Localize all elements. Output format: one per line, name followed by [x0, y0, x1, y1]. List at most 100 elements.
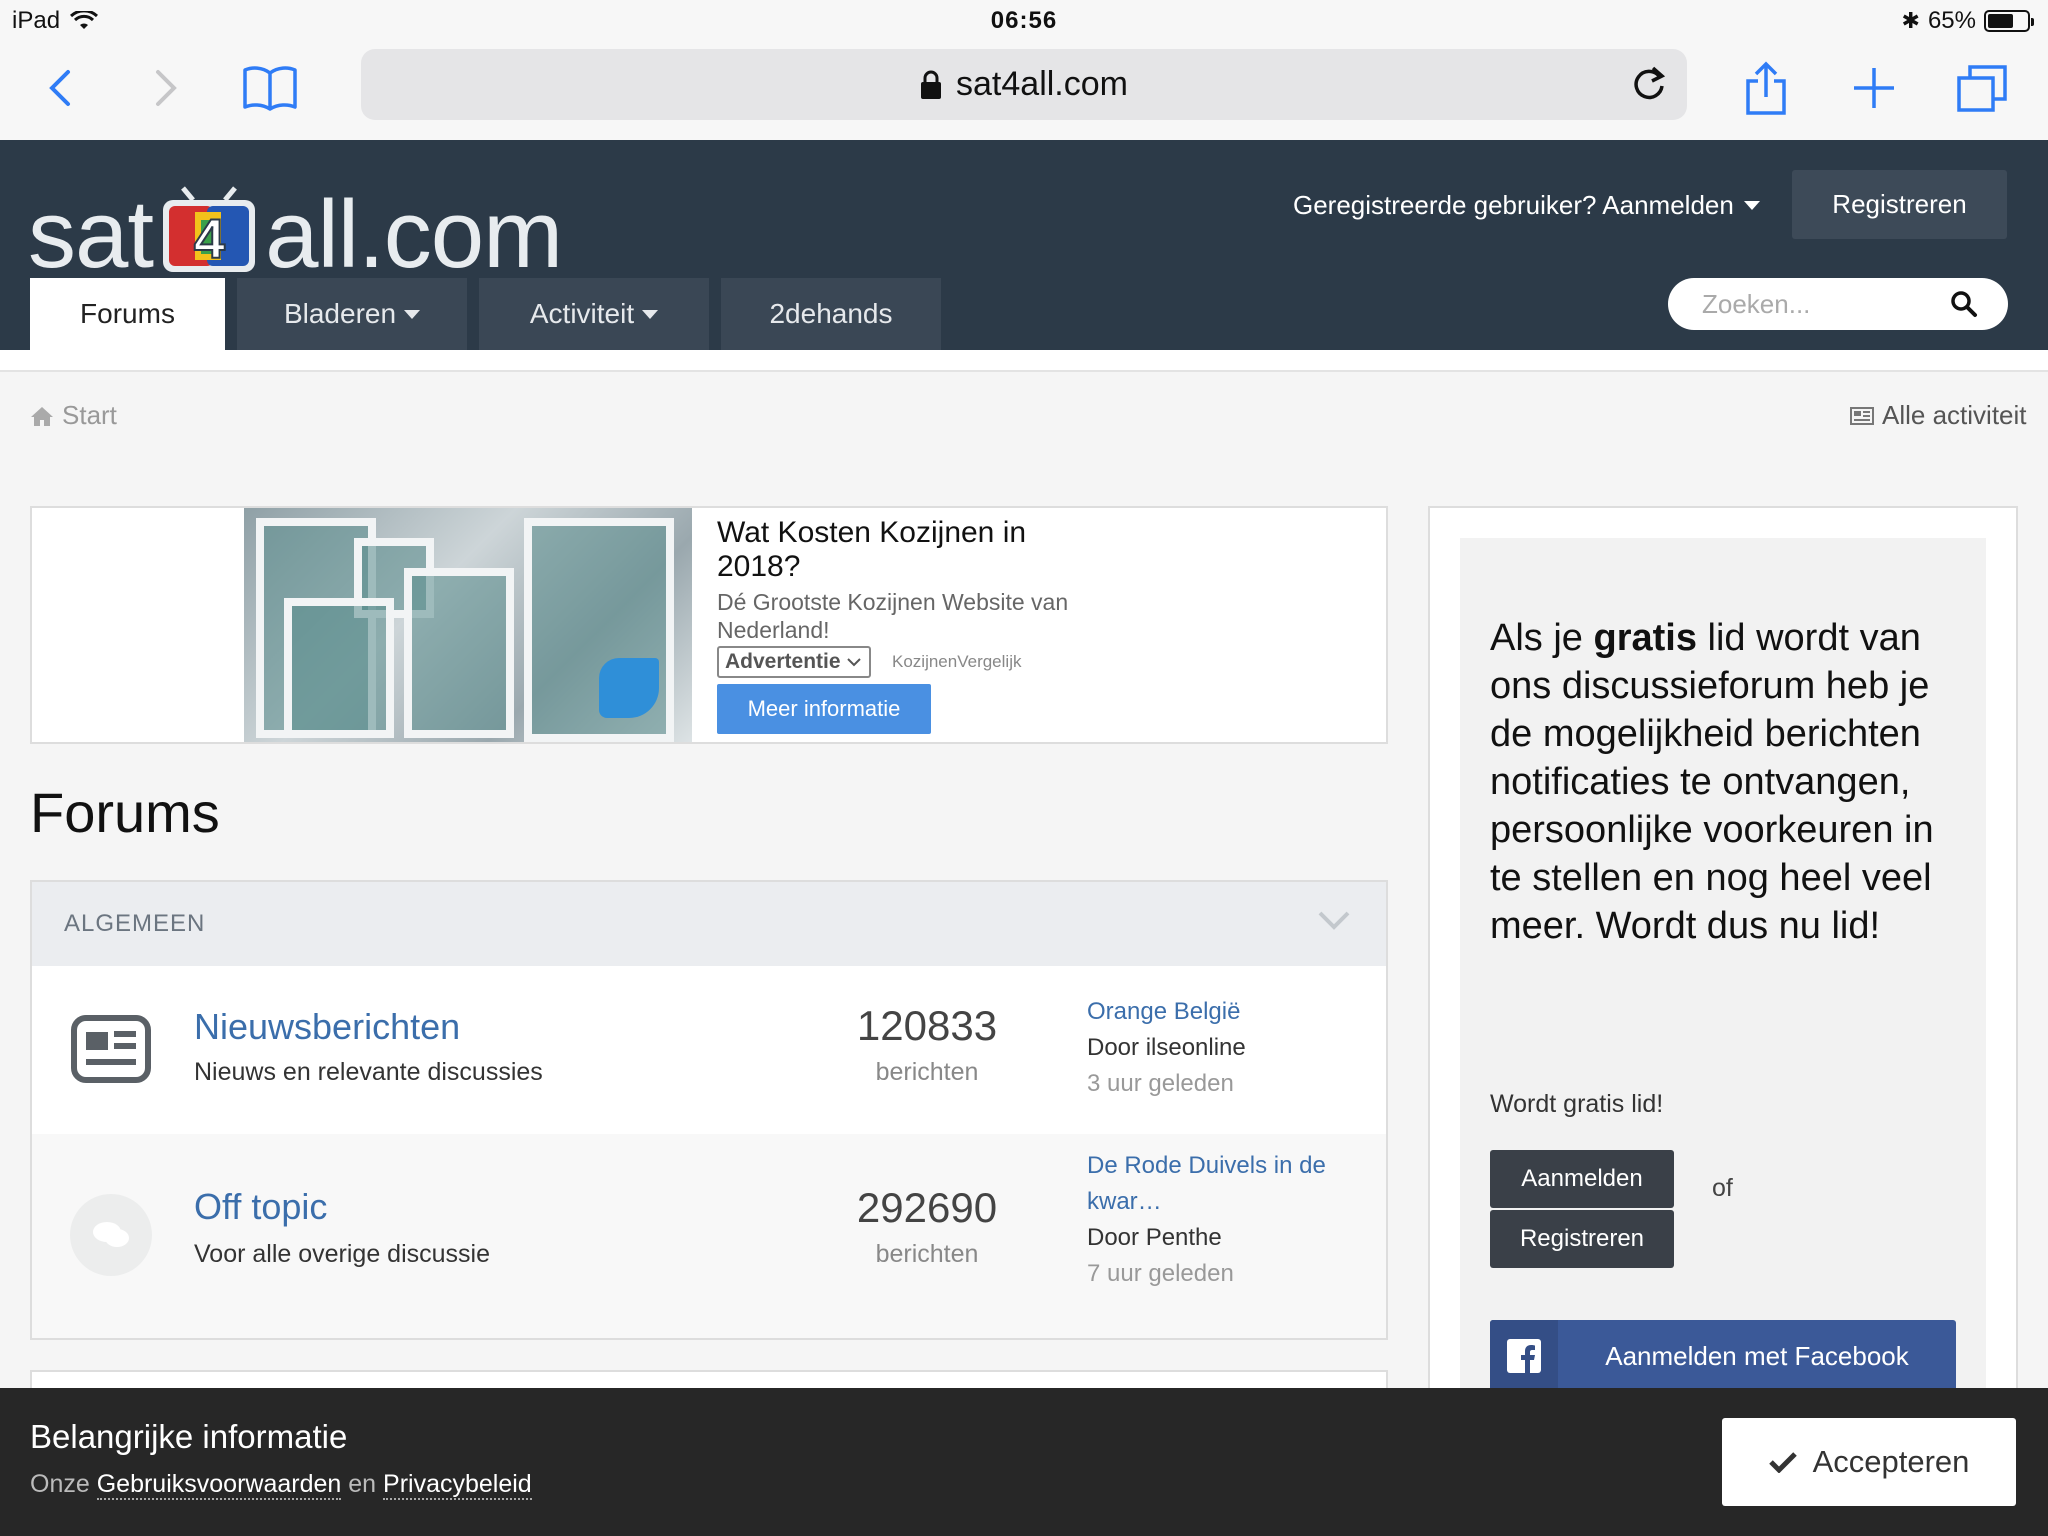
sidebar-signup-widget: Als je gratis lid wordt van ons discussi…: [1428, 506, 2018, 1438]
tab-secondhand[interactable]: 2dehands: [721, 278, 941, 350]
ad-title[interactable]: Wat Kosten Kozijnen in 2018?: [717, 516, 1117, 584]
post-count: 120833: [856, 1002, 998, 1049]
cookie-banner: Belangrijke informatie Onze Gebruiksvoor…: [0, 1388, 2048, 1536]
forum-description: Voor alle overige discussie: [194, 1240, 490, 1268]
signin-label: Geregistreerde gebruiker? Aanmelden: [1293, 190, 1734, 220]
category-header[interactable]: ALGEMEEN: [32, 882, 1386, 966]
bookmarks-button[interactable]: [240, 58, 300, 118]
ad-subtitle: Dé Grootste Kozijnen Website van Nederla…: [717, 589, 1069, 643]
battery-percent: 65%: [1927, 7, 1976, 34]
site-logo[interactable]: sat 4 all.com: [28, 150, 563, 290]
share-button[interactable]: [1736, 58, 1796, 118]
forward-button[interactable]: [136, 58, 196, 118]
ad-tag[interactable]: Advertentie: [717, 646, 871, 678]
lock-icon: [921, 70, 942, 99]
tab-activity[interactable]: Activiteit: [479, 278, 709, 350]
book-icon: [243, 66, 297, 111]
last-post: Orange België Door ilseonline 3 uur gele…: [1087, 994, 1357, 1102]
status-bar: iPad 06:56 ✱ 65%: [0, 0, 2048, 42]
signup-cta: Wordt gratis lid!: [1490, 1090, 1664, 1118]
facebook-login-button[interactable]: Aanmelden met Facebook: [1490, 1320, 1956, 1392]
clock: 06:56: [990, 7, 1058, 34]
chevron-right-icon: [156, 70, 177, 106]
plus-icon: [1854, 68, 1894, 108]
search-input[interactable]: Zoeken...: [1668, 278, 2008, 330]
caret-down-icon: [1743, 201, 1760, 210]
checkmark-icon: [1768, 1452, 1797, 1473]
tab-forums[interactable]: Forums: [30, 278, 225, 350]
browser-toolbar: sat4all.com: [0, 42, 2048, 140]
chevron-down-icon[interactable]: [1318, 910, 1350, 930]
banner-title: Belangrijke informatie: [30, 1418, 348, 1455]
last-post-author[interactable]: Door Penthe: [1087, 1220, 1357, 1256]
register-button[interactable]: Registreren: [1792, 170, 2007, 239]
ad-more-info-button[interactable]: Meer informatie: [717, 684, 931, 734]
reload-icon[interactable]: [1629, 64, 1669, 104]
search-placeholder: Zoeken...: [1702, 288, 1811, 319]
forum-title[interactable]: Nieuwsberichten: [194, 1006, 460, 1048]
tab-activity-label: Activiteit: [529, 298, 635, 329]
advertisement[interactable]: Wat Kosten Kozijnen in 2018? Dé Grootste…: [30, 506, 1388, 744]
forum-row-offtopic[interactable]: Off topic Voor alle overige discussie 29…: [32, 1134, 1386, 1338]
tab-forums-label: Forums: [80, 298, 175, 329]
last-post-author[interactable]: Door ilseonline: [1087, 1030, 1357, 1066]
ad-source: KozijnenVergelijk: [892, 652, 1022, 671]
signup-message: Als je gratis lid wordt van ons discussi…: [1490, 617, 1934, 947]
tabs-button[interactable]: [1952, 58, 2012, 118]
banner-prefix: Onze: [30, 1470, 90, 1498]
ad-image-tarp: [599, 658, 659, 718]
ad-image[interactable]: [244, 508, 692, 742]
tabs-icon: [1957, 65, 2007, 112]
chat-bubbles-icon: [70, 1194, 152, 1276]
last-post-time: 3 uur geleden: [1087, 1070, 1234, 1097]
last-post: De Rode Duivels in de kwar… Door Penthe …: [1087, 1148, 1357, 1292]
newspaper-icon: [70, 1008, 152, 1090]
signup-panel: Als je gratis lid wordt van ons discussi…: [1460, 538, 1986, 1438]
page-title: Forums: [30, 781, 220, 844]
home-icon: [31, 406, 53, 426]
forum-row-news[interactable]: Nieuwsberichten Nieuws en relevante disc…: [32, 966, 1386, 1134]
last-post-title[interactable]: Orange België: [1087, 994, 1357, 1030]
logo-text-right: all.com: [265, 181, 563, 288]
post-count-label: berichten: [875, 1058, 979, 1086]
address-bar[interactable]: sat4all.com: [361, 49, 1687, 120]
share-icon: [1746, 61, 1786, 115]
bluetooth-icon: ✱: [1901, 8, 1920, 33]
accept-button[interactable]: Accepteren: [1722, 1418, 2016, 1506]
forum-category: ALGEMEEN Nieuwsberichten Nieuws en relev…: [30, 880, 1388, 1340]
banner-and: en: [348, 1470, 377, 1498]
logo-tv-icon: 4: [157, 186, 261, 276]
sidebar-register-button[interactable]: Registreren: [1490, 1210, 1674, 1268]
last-post-title[interactable]: De Rode Duivels in de kwar…: [1087, 1148, 1357, 1220]
battery-icon: [1984, 10, 2034, 32]
chevron-down-icon: [846, 658, 861, 667]
all-activity-link[interactable]: Alle activiteit: [1850, 400, 2027, 431]
banner-text: Onze Gebruiksvoorwaarden en Privacybelei…: [30, 1470, 532, 1500]
post-count-label: berichten: [875, 1240, 979, 1268]
chevron-left-icon: [49, 70, 70, 106]
tab-browse-label: Bladeren: [283, 298, 397, 329]
breadcrumb-home[interactable]: Start: [62, 400, 117, 431]
breadcrumb[interactable]: Start: [30, 400, 117, 431]
facebook-icon: [1490, 1320, 1558, 1392]
site-header: sat 4 all.com Geregistreerde gebruiker? …: [0, 140, 2048, 350]
newspaper-icon: [1850, 406, 1874, 425]
accept-label: Accepteren: [1812, 1444, 1970, 1479]
facebook-login-label: Aanmelden met Facebook: [1605, 1340, 1909, 1371]
forum-description: Nieuws en relevante discussies: [194, 1058, 543, 1086]
tab-secondhand-label: 2dehands: [769, 298, 893, 329]
signin-dropdown[interactable]: Geregistreerde gebruiker? Aanmelden: [1293, 190, 1760, 221]
back-button[interactable]: [30, 58, 90, 118]
search-icon[interactable]: [1950, 290, 1978, 318]
or-label: of: [1712, 1174, 1733, 1202]
privacy-link[interactable]: Privacybeleid: [383, 1470, 532, 1500]
caret-down-icon: [404, 309, 421, 319]
new-tab-button[interactable]: [1844, 58, 1904, 118]
category-title: ALGEMEEN: [64, 910, 206, 937]
terms-link[interactable]: Gebruiksvoorwaarden: [96, 1470, 342, 1500]
forum-title[interactable]: Off topic: [194, 1186, 327, 1228]
signin-button[interactable]: Aanmelden: [1490, 1150, 1674, 1208]
tab-browse[interactable]: Bladeren: [237, 278, 467, 350]
ad-tag-label: Advertentie: [725, 650, 841, 673]
logo-text-mid: 4: [194, 207, 225, 270]
